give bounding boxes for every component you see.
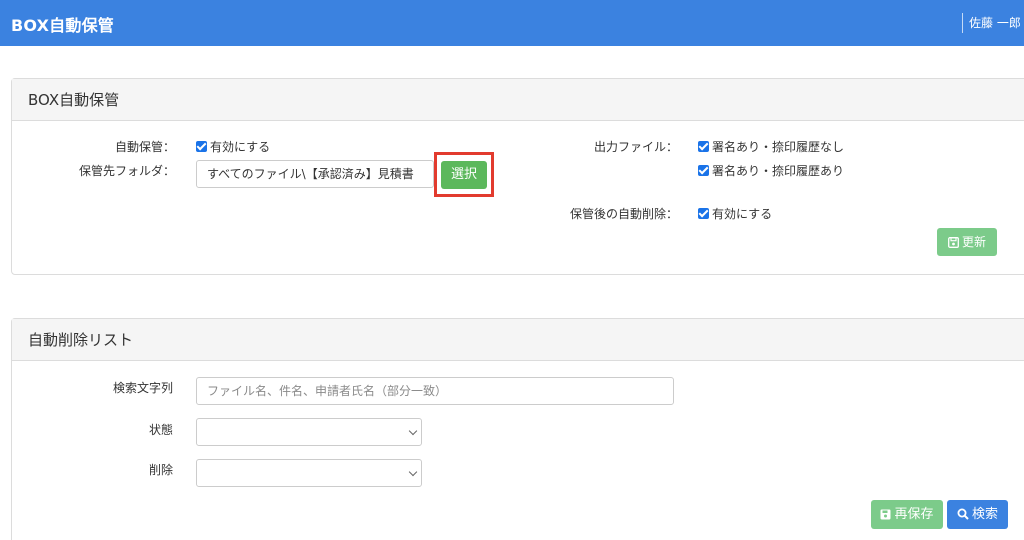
resave-button-label: 再保存: [894, 507, 934, 522]
panel-title: BOX自動保管: [12, 79, 1024, 121]
top-navbar: BOX自動保管 佐藤 一郎: [0, 0, 1024, 46]
output-option-2-label: 署名あり・捺印履歴あり: [712, 164, 845, 178]
chevron-down-icon: [408, 467, 418, 477]
save-icon: [948, 237, 959, 248]
panel-title: 自動削除リスト: [12, 319, 1024, 361]
search-input[interactable]: [196, 377, 674, 405]
auto-delete-label: 保管後の自動削除：: [570, 207, 679, 221]
update-button[interactable]: 更新: [937, 228, 997, 256]
update-button-label: 更新: [961, 235, 986, 249]
user-name: 佐藤 一郎: [969, 16, 1021, 30]
delete-select[interactable]: [196, 459, 422, 487]
search-label: 検索文字列: [113, 381, 174, 395]
select-folder-button[interactable]: 選択: [441, 161, 487, 189]
folder-path-field[interactable]: すべてのファイル\【承認済み】見積書: [196, 160, 434, 188]
output-option-1-label: 署名あり・捺印履歴なし: [712, 140, 845, 154]
chevron-down-icon: [408, 426, 418, 436]
checkbox-checked-icon: [196, 141, 207, 152]
output-option-2-checkbox[interactable]: 署名あり・捺印履歴あり: [698, 162, 844, 179]
auto-delete-enable-label: 有効にする: [712, 207, 773, 221]
auto-storage-checkbox[interactable]: 有効にする: [196, 138, 270, 155]
checkbox-checked-icon: [698, 141, 709, 152]
user-menu[interactable]: 佐藤 一郎: [962, 13, 1024, 33]
delete-label: 削除: [149, 463, 174, 477]
resave-button[interactable]: 再保存: [871, 500, 943, 529]
output-option-1-checkbox[interactable]: 署名あり・捺印履歴なし: [698, 138, 844, 155]
auto-storage-label: 自動保管：: [115, 140, 176, 154]
auto-delete-checkbox[interactable]: 有効にする: [698, 205, 772, 222]
checkbox-checked-icon: [698, 208, 709, 219]
status-label: 状態: [149, 423, 174, 437]
app-title: BOX自動保管: [11, 16, 114, 35]
search-button-label: 検索: [971, 507, 998, 522]
checkbox-checked-icon: [698, 165, 709, 176]
search-icon: [957, 508, 969, 520]
output-file-label: 出力ファイル：: [594, 140, 679, 154]
folder-label: 保管先フォルダ：: [79, 164, 176, 178]
status-select[interactable]: [196, 418, 422, 446]
auto-storage-enable-label: 有効にする: [210, 140, 271, 154]
save-icon: [880, 509, 891, 520]
search-button[interactable]: 検索: [947, 500, 1008, 529]
